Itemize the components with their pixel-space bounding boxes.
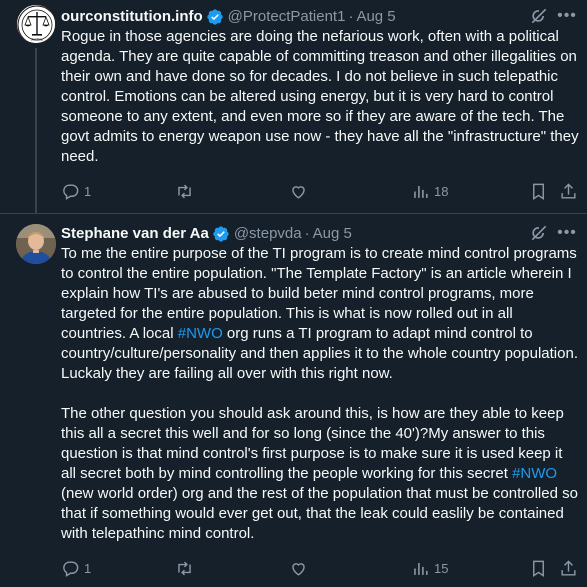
like-icon bbox=[292, 185, 305, 199]
views-button[interactable]: 15 bbox=[411, 558, 448, 578]
grok-icon[interactable] bbox=[529, 223, 549, 243]
action-bar: 1 18 bbox=[61, 181, 581, 201]
avatar[interactable] bbox=[16, 224, 56, 264]
reply-count: 1 bbox=[84, 183, 92, 199]
tweet-text-segment: (new world order) org and the rest of th… bbox=[61, 485, 578, 542]
thread-line bbox=[35, 48, 37, 213]
reply-icon bbox=[63, 183, 79, 200]
like-icon bbox=[292, 562, 305, 576]
share-icon bbox=[561, 182, 576, 199]
separator: · bbox=[348, 8, 354, 25]
handle[interactable]: @ProtectPatient1 bbox=[228, 7, 346, 27]
separator: · bbox=[304, 225, 310, 242]
handle[interactable]: @stepvda bbox=[234, 224, 302, 244]
tweet[interactable]: Justice ourconstitution.info @ProtectPat… bbox=[0, 0, 587, 213]
bookmark-button[interactable] bbox=[529, 181, 548, 201]
retweet-icon bbox=[178, 561, 191, 575]
views-icon bbox=[414, 562, 428, 575]
views-count: 15 bbox=[434, 560, 449, 576]
display-name[interactable]: ourconstitution.info bbox=[61, 7, 203, 27]
reply-button[interactable]: 1 bbox=[61, 181, 91, 201]
tweet[interactable]: Stephane van der Aa @stepvda · Aug 5 •••… bbox=[0, 214, 587, 587]
hashtag-link[interactable]: #NWO bbox=[512, 465, 557, 482]
tweet-text-segment: org runs a TI program to adapt mind cont… bbox=[61, 325, 578, 482]
retweet-button[interactable] bbox=[175, 181, 194, 201]
views-count: 18 bbox=[434, 183, 449, 199]
views-button[interactable]: 18 bbox=[411, 181, 448, 201]
retweet-icon bbox=[178, 184, 191, 198]
retweet-button[interactable] bbox=[175, 558, 194, 578]
display-name[interactable]: Stephane van der Aa bbox=[61, 224, 209, 244]
hashtag-link[interactable]: #NWO bbox=[178, 325, 223, 342]
reply-button[interactable]: 1 bbox=[61, 558, 91, 578]
like-button[interactable] bbox=[289, 558, 308, 578]
more-icon[interactable]: ••• bbox=[555, 4, 579, 28]
verified-badge-icon bbox=[206, 9, 223, 25]
share-button[interactable] bbox=[559, 558, 578, 578]
avatar[interactable]: Justice bbox=[16, 4, 56, 44]
tweet-text: Rogue in those agencies are doing the ne… bbox=[61, 28, 579, 165]
tweet-text: To me the entire purpose of the TI progr… bbox=[61, 244, 581, 544]
bookmark-button[interactable] bbox=[529, 558, 548, 578]
bookmark-icon bbox=[533, 560, 544, 577]
like-button[interactable] bbox=[289, 181, 308, 201]
profile-photo-icon bbox=[16, 224, 56, 264]
reply-count: 1 bbox=[84, 560, 92, 576]
views-icon bbox=[414, 185, 428, 198]
svg-text:Justice: Justice bbox=[31, 37, 44, 42]
tweet-header: ourconstitution.info @ProtectPatient1 · … bbox=[61, 7, 396, 27]
share-icon bbox=[561, 559, 576, 576]
timestamp[interactable]: Aug 5 bbox=[356, 7, 395, 27]
bookmark-icon bbox=[533, 183, 544, 200]
grok-icon[interactable] bbox=[529, 6, 549, 26]
reply-icon bbox=[63, 560, 79, 577]
share-button[interactable] bbox=[559, 181, 578, 201]
action-bar: 1 15 bbox=[61, 558, 581, 578]
justice-logo-icon: Justice bbox=[17, 5, 55, 43]
timestamp[interactable]: Aug 5 bbox=[313, 224, 352, 244]
tweet-header: Stephane van der Aa @stepvda · Aug 5 bbox=[61, 224, 352, 244]
more-icon[interactable]: ••• bbox=[555, 221, 579, 245]
verified-badge-icon bbox=[213, 226, 229, 242]
